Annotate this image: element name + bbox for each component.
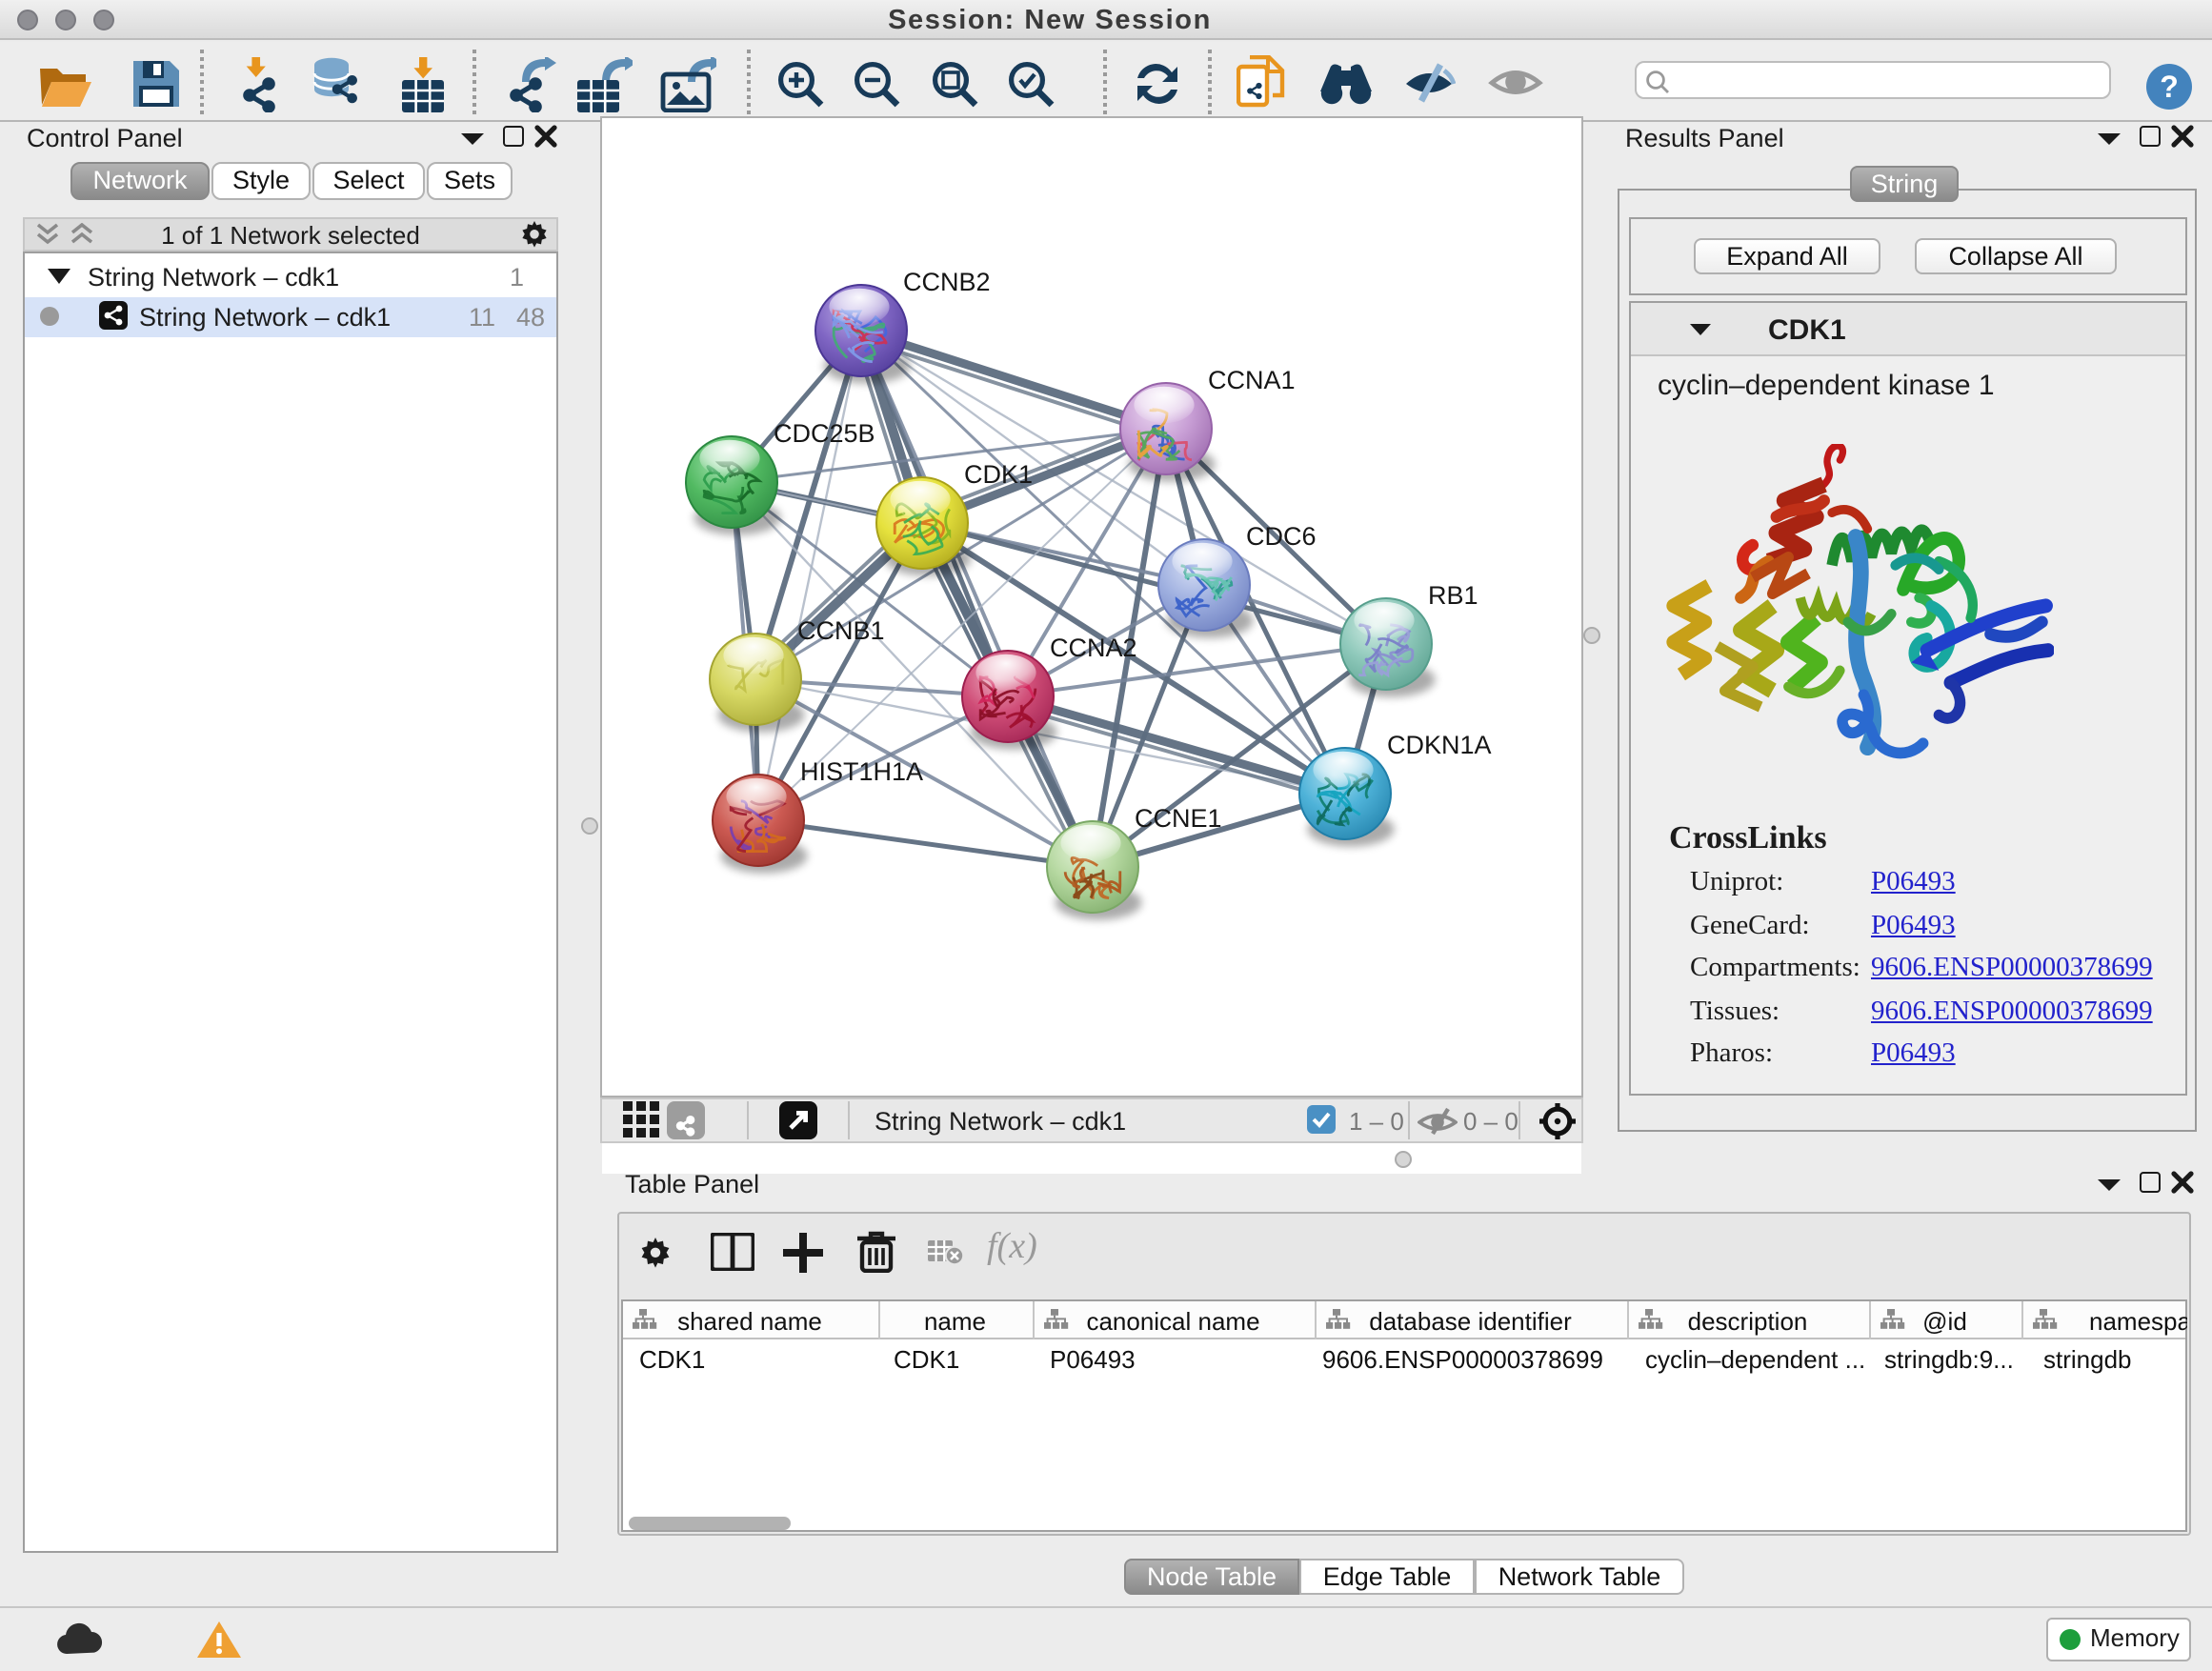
svg-text:CDC6: CDC6 xyxy=(1246,522,1317,551)
svg-text:CCNB2: CCNB2 xyxy=(903,268,991,296)
svg-text:?: ? xyxy=(2160,70,2179,104)
svg-text:CDK1: CDK1 xyxy=(964,460,1033,489)
svg-text:RB1: RB1 xyxy=(1428,581,1478,610)
svg-text:CCNE1: CCNE1 xyxy=(1135,804,1222,833)
svg-text:CCNA2: CCNA2 xyxy=(1050,634,1137,662)
svg-text:CDKN1A: CDKN1A xyxy=(1387,731,1492,759)
svg-text:CCNB1: CCNB1 xyxy=(797,616,885,645)
svg-text:CDC25B: CDC25B xyxy=(774,419,875,448)
svg-text:CCNA1: CCNA1 xyxy=(1208,366,1296,394)
svg-text:HIST1H1A: HIST1H1A xyxy=(800,757,923,786)
